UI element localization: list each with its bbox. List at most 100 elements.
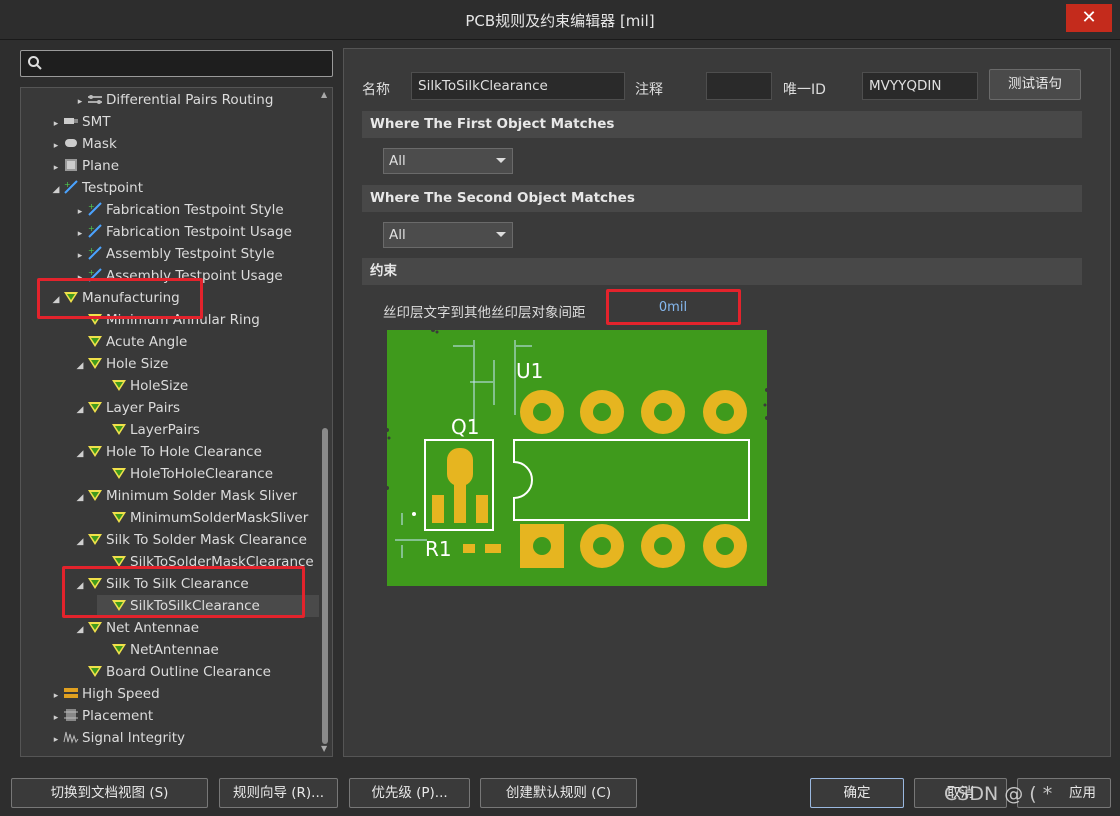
expander-icon[interactable]: ▸ <box>73 245 87 267</box>
tree-item-mask[interactable]: ▸ Mask <box>49 133 117 155</box>
create-default-rules-button[interactable]: 创建默认规则 (C) <box>480 778 637 808</box>
expander-icon[interactable]: ▸ <box>49 113 63 135</box>
tree-item-fabrication-testpoint-style[interactable]: ▸ + Fabrication Testpoint Style <box>73 199 284 221</box>
document-view-button[interactable]: 切换到文档视图 (S) <box>11 778 208 808</box>
diff-pairs-icon <box>88 95 102 104</box>
q1-label: Q1 <box>451 415 479 439</box>
uid-label: 唯一ID <box>783 82 826 98</box>
tree-item-holesize[interactable]: HoleSize <box>97 375 188 397</box>
expander-icon[interactable]: ▸ <box>73 223 87 245</box>
tree-item-net-antennae[interactable]: ◢ Net Antennae <box>73 617 200 641</box>
tree-item-fabrication-testpoint-usage[interactable]: ▸ + Fabrication Testpoint Usage <box>73 221 292 243</box>
high-speed-icon <box>64 688 78 698</box>
signal-icon <box>63 731 79 744</box>
tree-item-plane[interactable]: ▸ Plane <box>49 155 119 177</box>
tree-item-netantennae[interactable]: NetAntennae <box>97 639 219 661</box>
rule-icon <box>88 446 102 457</box>
expander-icon[interactable]: ◢ <box>73 487 87 509</box>
expander-icon[interactable]: ▸ <box>49 685 63 707</box>
tree-item-layerpairs[interactable]: LayerPairs <box>97 419 200 441</box>
expander-icon[interactable]: ◢ <box>73 531 87 553</box>
expander-icon[interactable]: ◢ <box>73 619 87 641</box>
r1-label: R1 <box>425 537 452 561</box>
tree-item-testpoint[interactable]: ◢ + Testpoint <box>49 177 143 199</box>
expander-icon[interactable]: ◢ <box>73 355 87 377</box>
second-object-select[interactable]: All <box>383 222 513 248</box>
name-field[interactable]: SilkToSilkClearance <box>411 72 625 100</box>
expander-icon[interactable]: ◢ <box>73 443 87 465</box>
expander-icon[interactable]: ▸ <box>49 729 63 751</box>
expander-icon[interactable]: ▸ <box>49 157 63 179</box>
rule-icon <box>88 534 102 545</box>
rule-icon <box>88 622 102 633</box>
mask-icon <box>65 139 77 147</box>
testpoint-icon: + <box>88 202 102 216</box>
rule-icon <box>88 402 102 413</box>
tree-item-placement[interactable]: ▸ Placement <box>49 705 153 727</box>
svg-text:+: + <box>88 202 95 211</box>
tree-item-high-speed[interactable]: ▸ High Speed <box>49 683 160 705</box>
tree-item-minimumsoldermasksliver[interactable]: MinimumSolderMaskSliver <box>97 507 308 529</box>
expander-icon[interactable]: ▸ <box>73 201 87 223</box>
tree-item-hole-to-hole-clearance[interactable]: ◢ Hole To Hole Clearance <box>73 441 262 463</box>
rule-wizard-button[interactable]: 规则向导 (R)... <box>219 778 338 808</box>
pcb-illustration: U1 Q1 R1 <box>385 328 769 586</box>
highlight-silk-to-silk <box>62 566 305 618</box>
rule-icon <box>88 358 102 369</box>
test-query-button[interactable]: 测试语句 <box>989 69 1081 100</box>
expander-icon[interactable]: ◢ <box>73 399 87 421</box>
tree-item-differential-pairs-routing[interactable]: ▸ Differential Pairs Routing <box>73 89 274 113</box>
rule-icon <box>112 512 126 523</box>
scroll-down-icon[interactable]: ▼ <box>321 744 327 753</box>
tree-item-signal-integrity[interactable]: ▸ Signal Integrity <box>49 727 185 749</box>
tree-item-layer-pairs[interactable]: ◢ Layer Pairs <box>73 397 181 421</box>
rule-tree[interactable]: ▲ ▼ ▸ Differential Pairs Routing ▸ SMT ▸ Ma… <box>20 87 333 757</box>
placement-icon <box>64 709 78 721</box>
highlight-manufacturing <box>37 278 203 319</box>
scroll-up-icon[interactable]: ▲ <box>321 90 327 99</box>
svg-text:+: + <box>88 268 95 277</box>
rule-icon <box>88 666 102 677</box>
second-object-header: Where The Second Object Matches <box>362 185 1082 212</box>
rule-icon <box>112 380 126 391</box>
comment-label: 注释 <box>635 82 663 98</box>
expander-icon[interactable]: ▸ <box>49 135 63 157</box>
tree-item-acute-angle[interactable]: Acute Angle <box>73 331 187 353</box>
tree-item-silk-to-solder-mask-clearance[interactable]: ◢ Silk To Solder Mask Clearance <box>73 529 307 551</box>
scroll-thumb[interactable] <box>322 428 328 744</box>
plane-icon <box>65 159 77 171</box>
rule-icon <box>112 644 126 655</box>
comment-field[interactable] <box>706 72 772 100</box>
u1-label: U1 <box>516 359 543 383</box>
expander-icon[interactable]: ▸ <box>49 707 63 729</box>
testpoint-icon: + <box>88 246 102 260</box>
ok-button[interactable]: 确定 <box>810 778 904 808</box>
rule-icon <box>88 336 102 347</box>
tree-item-hole-size[interactable]: ◢ Hole Size <box>73 353 169 377</box>
tree-item-holetoholeclearance[interactable]: HoleToHoleClearance <box>97 463 273 485</box>
name-label: 名称 <box>362 82 390 98</box>
tree-item-board-outline-clearance[interactable]: Board Outline Clearance <box>73 661 271 683</box>
tree-scrollbar[interactable]: ▲ ▼ <box>319 88 332 756</box>
search-icon <box>28 56 42 70</box>
expander-icon[interactable]: ◢ <box>49 179 63 201</box>
tree-item-smt[interactable]: ▸ SMT <box>49 111 111 135</box>
uid-field[interactable]: MVYYQDIN <box>862 72 978 100</box>
priority-button[interactable]: 优先级 (P)... <box>349 778 470 808</box>
svg-text:+: + <box>88 246 95 255</box>
first-object-header: Where The First Object Matches <box>362 111 1082 138</box>
close-button[interactable]: ✕ <box>1066 4 1112 32</box>
expander-icon[interactable]: ▸ <box>73 91 87 113</box>
window-title: PCB规则及约束编辑器 [mil] <box>465 12 655 30</box>
svg-text:+: + <box>64 180 71 189</box>
search-input[interactable] <box>20 50 333 77</box>
title-bar: PCB规则及约束编辑器 [mil] ✕ <box>0 0 1120 40</box>
svg-text:+: + <box>88 224 95 233</box>
rule-icon <box>112 468 126 479</box>
testpoint-icon: + <box>88 224 102 238</box>
first-object-select[interactable]: All <box>383 148 513 174</box>
tree-item-minimum-solder-mask-sliver[interactable]: ◢ Minimum Solder Mask Sliver <box>73 485 298 509</box>
chevron-down-icon <box>496 158 506 163</box>
testpoint-icon: + <box>64 180 78 194</box>
tree-item-assembly-testpoint-style[interactable]: ▸ + Assembly Testpoint Style <box>73 243 275 265</box>
